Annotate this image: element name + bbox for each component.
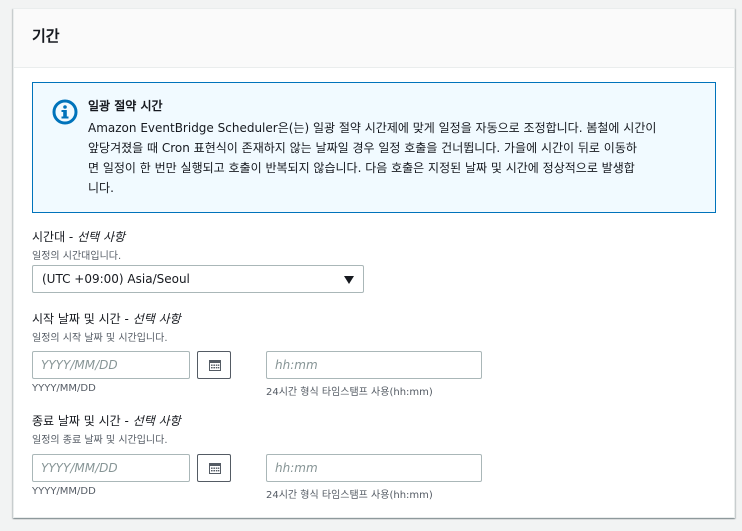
start-date-hint: YYYY/MM/DD bbox=[32, 383, 96, 394]
start-time-hint: 24시간 형식 타임스탬프 사용(hh:mm) bbox=[266, 387, 433, 398]
caret-down-icon bbox=[344, 276, 354, 284]
duration-panel: 기간 일광 절약 시간 Amazon EventBridge Scheduler… bbox=[13, 8, 735, 518]
timezone-select[interactable]: (UTC +09:00) Asia/Seoul bbox=[32, 265, 364, 293]
alert-body-line: 면 일정이 한 번만 실행되고 호출이 반복되지 않습니다. 다음 호출은 지정… bbox=[88, 161, 635, 175]
panel-header bbox=[14, 9, 734, 68]
start-calendar-button[interactable] bbox=[197, 351, 231, 379]
timezone-description: 일정의 시간대입니다. bbox=[32, 251, 122, 262]
end-description: 일정의 종료 날짜 및 시간입니다. bbox=[32, 435, 168, 446]
start-time-input[interactable] bbox=[266, 351, 482, 379]
end-label-text: 종료 날짜 및 시간 - bbox=[32, 414, 133, 428]
start-label-text: 시작 날짜 및 시간 - bbox=[32, 312, 133, 326]
timezone-label-text: 시간대 - bbox=[32, 230, 78, 244]
end-date-input[interactable] bbox=[32, 454, 190, 482]
optional-tag: 선택 사항 bbox=[132, 414, 181, 428]
start-date-input[interactable] bbox=[32, 351, 190, 379]
alert-body: Amazon EventBridge Scheduler은(는) 일광 절약 시… bbox=[88, 118, 708, 198]
end-date-hint: YYYY/MM/DD bbox=[32, 486, 96, 497]
end-time-hint: 24시간 형식 타임스탬프 사용(hh:mm) bbox=[266, 490, 433, 501]
alert-body-line: 니다. bbox=[88, 181, 114, 195]
dst-info-alert: 일광 절약 시간 Amazon EventBridge Scheduler은(는… bbox=[32, 82, 716, 213]
optional-tag: 선택 사항 bbox=[132, 312, 181, 326]
alert-body-line: 앞당겨졌을 때 Cron 표현식이 존재하지 않는 날짜일 경우 일정 호출을 … bbox=[88, 141, 637, 155]
optional-tag: 선택 사항 bbox=[77, 230, 126, 244]
alert-title: 일광 절약 시간 bbox=[88, 99, 163, 113]
timezone-label: 시간대 - 선택 사항 bbox=[32, 228, 125, 245]
calendar-icon bbox=[209, 463, 221, 474]
calendar-icon bbox=[209, 360, 221, 371]
timezone-select-value: (UTC +09:00) Asia/Seoul bbox=[42, 272, 190, 286]
info-icon bbox=[52, 99, 78, 125]
section-title: 기간 bbox=[32, 27, 60, 45]
end-label: 종료 날짜 및 시간 - 선택 사항 bbox=[32, 412, 181, 429]
end-calendar-button[interactable] bbox=[197, 454, 231, 482]
end-time-input[interactable] bbox=[266, 454, 482, 482]
start-label: 시작 날짜 및 시간 - 선택 사항 bbox=[32, 310, 181, 327]
alert-body-line: Amazon EventBridge Scheduler은(는) 일광 절약 시… bbox=[88, 121, 657, 135]
start-description: 일정의 시작 날짜 및 시간입니다. bbox=[32, 333, 168, 344]
